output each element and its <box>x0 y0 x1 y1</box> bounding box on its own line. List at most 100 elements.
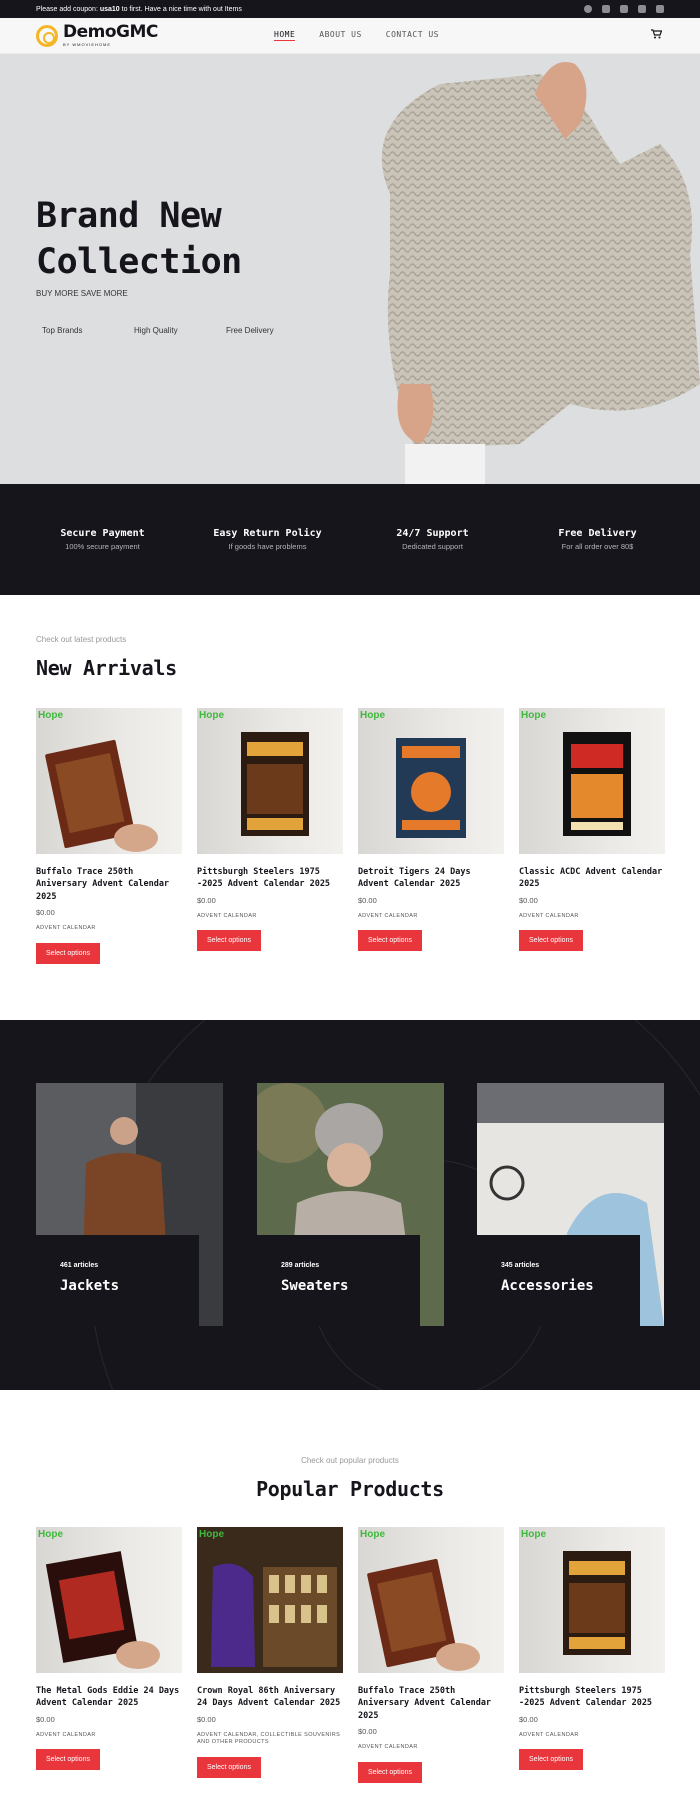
product-category[interactable]: ADVENT CALENDAR <box>358 913 504 921</box>
select-options-button[interactable]: Select options <box>197 1757 261 1778</box>
product-price: $0.00 <box>36 907 55 917</box>
product-price: $0.00 <box>519 895 538 905</box>
product-grid: Hope The Metal Gods Eddie 24 Days Advent… <box>36 1527 665 1783</box>
category-name[interactable]: Accessories <box>501 1278 616 1294</box>
select-options-button[interactable]: Select options <box>36 1749 100 1771</box>
select-options-button[interactable]: Select options <box>519 1749 583 1771</box>
product-name[interactable]: The Metal Gods Eddie 24 Days Advent Cale… <box>36 1685 182 1710</box>
coupon-code: usa10 <box>99 5 120 13</box>
hero-subtitle: BUY MORE SAVE MORE <box>36 289 128 298</box>
category-card-jackets[interactable]: 461 articles Jackets <box>36 1083 223 1326</box>
feature-desc: If goods have problems <box>228 542 307 551</box>
category-name[interactable]: Sweaters <box>281 1278 396 1294</box>
product-price: $0.00 <box>197 1714 216 1724</box>
product-card: Hope Buffalo Trace 250th Aniversary Adve… <box>358 1527 504 1783</box>
hero-banner: Brand New Collection BUY MORE SAVE MORE … <box>0 54 700 484</box>
hero-highlights: Top Brands High Quality Free Delivery <box>42 326 318 335</box>
select-options-button[interactable]: Select options <box>358 930 422 952</box>
product-name[interactable]: Pittsburgh Steelers 1975 -2025 Advent Ca… <box>519 1685 665 1710</box>
select-options-button[interactable]: Select options <box>519 930 583 952</box>
select-options-button[interactable]: Select options <box>358 1761 422 1783</box>
product-card: Hope Pittsburgh Steelers 1975 -2025 Adve… <box>519 1527 665 1783</box>
category-name[interactable]: Jackets <box>60 1278 175 1294</box>
product-image[interactable]: Hope <box>519 1527 665 1673</box>
product-brand: Hope <box>38 710 63 721</box>
category-count: 289 articles <box>281 1262 320 1269</box>
product-category[interactable]: ADVENT CALENDAR <box>519 913 665 921</box>
feature-easy-return: Easy Return Policy If goods have problem… <box>185 528 350 551</box>
instagram-icon[interactable] <box>620 5 628 13</box>
social-links <box>584 5 664 13</box>
product-image[interactable]: Hope <box>36 1527 182 1673</box>
category-card-accessories[interactable]: 345 articles Accessories <box>477 1083 664 1326</box>
product-brand: Hope <box>38 1529 63 1540</box>
highlight-top-brands: Top Brands <box>42 326 83 335</box>
feature-desc: Dedicated support <box>402 542 463 551</box>
hero-model-image <box>320 54 700 484</box>
product-card: Hope The Metal Gods Eddie 24 Days Advent… <box>36 1527 182 1783</box>
product-category[interactable]: ADVENT CALENDAR <box>519 1732 665 1740</box>
facebook-icon[interactable] <box>584 5 592 13</box>
product-category[interactable]: ADVENT CALENDAR <box>36 925 182 933</box>
service-features: Secure Payment 100% secure payment Easy … <box>0 484 700 595</box>
product-image[interactable]: Hope <box>519 708 665 854</box>
select-options-button[interactable]: Select options <box>197 930 261 952</box>
product-image[interactable]: Hope <box>358 708 504 854</box>
product-price: $0.00 <box>36 1714 55 1724</box>
highlight-high-quality: High Quality <box>134 326 178 335</box>
feature-title: 24/7 Support <box>396 528 469 539</box>
section-title: Popular Products <box>256 1477 444 1501</box>
product-card: Hope Detroit Tigers 24 Days Advent Calen… <box>358 708 504 964</box>
product-name[interactable]: Detroit Tigers 24 Days Advent Calendar 2… <box>358 866 504 891</box>
product-category[interactable]: ADVENT CALENDAR <box>358 1744 504 1752</box>
product-name[interactable]: Pittsburgh Steelers 1975 -2025 Advent Ca… <box>197 866 343 891</box>
nav-about-us[interactable]: ABOUT US <box>319 30 362 41</box>
product-name[interactable]: Crown Royal 86th Aniversary 24 Days Adve… <box>197 1685 343 1710</box>
product-brand: Hope <box>199 1529 224 1540</box>
product-category[interactable]: ADVENT CALENDAR <box>36 1732 182 1740</box>
product-image[interactable]: Hope <box>197 708 343 854</box>
cart-icon[interactable] <box>651 29 663 42</box>
feature-title: Secure Payment <box>60 528 145 539</box>
popular-products-section: Check out popular products Popular Produ… <box>0 1390 700 1800</box>
product-name[interactable]: Classic ACDC Advent Calendar 2025 <box>519 866 665 891</box>
main-nav: HOME ABOUT US CONTACT US <box>274 30 439 41</box>
coupon-message: Please add coupon: usa10 to first. Have … <box>36 6 242 13</box>
product-category[interactable]: ADVENT CALENDAR <box>197 913 343 921</box>
select-options-button[interactable]: Select options <box>36 942 100 964</box>
feature-desc: 100% secure payment <box>65 542 140 551</box>
product-name[interactable]: Buffalo Trace 250th Aniversary Advent Ca… <box>36 866 182 903</box>
logo-name: DemoGMC <box>63 22 158 42</box>
phone-icon[interactable] <box>656 5 664 13</box>
section-title: New Arrivals <box>36 656 177 680</box>
product-category[interactable]: ADVENT CALENDAR, COLLECTIBLE SOUVENIRS A… <box>197 1732 343 1747</box>
product-price: $0.00 <box>358 895 377 905</box>
site-logo[interactable]: DemoGMC BY WMOVIEHOME <box>36 24 158 47</box>
product-image[interactable]: Hope <box>358 1527 504 1673</box>
logo-tagline: BY WMOVIEHOME <box>63 42 112 47</box>
site-header: DemoGMC BY WMOVIEHOME HOME ABOUT US CONT… <box>0 18 700 54</box>
product-grid: Hope Buffalo Trace 250th Aniversary Adve… <box>36 708 665 964</box>
product-card: Hope Classic ACDC Advent Calendar 2025 $… <box>519 708 665 964</box>
category-card-sweaters[interactable]: 289 articles Sweaters <box>257 1083 444 1326</box>
product-image[interactable]: Hope <box>197 1527 343 1673</box>
product-image[interactable]: Hope <box>36 708 182 854</box>
email-icon[interactable] <box>638 5 646 13</box>
section-eyebrow: Check out latest products <box>36 635 127 644</box>
coupon-prefix: Please add coupon: <box>36 5 100 13</box>
coupon-suffix: to first. Have a nice time with out Item… <box>119 5 242 13</box>
category-section: 461 articles Jackets 289 articles Sweate… <box>0 1020 700 1390</box>
category-count: 345 articles <box>501 1262 540 1269</box>
product-name[interactable]: Buffalo Trace 250th Aniversary Advent Ca… <box>358 1685 504 1722</box>
product-brand: Hope <box>199 710 224 721</box>
product-brand: Hope <box>360 710 385 721</box>
feature-support: 24/7 Support Dedicated support <box>350 528 515 551</box>
x-icon[interactable] <box>602 5 610 13</box>
highlight-free-delivery: Free Delivery <box>226 326 274 335</box>
product-card: Hope Pittsburgh Steelers 1975 -2025 Adve… <box>197 708 343 964</box>
nav-contact-us[interactable]: CONTACT US <box>386 30 439 41</box>
new-arrivals-section: Check out latest products New Arrivals H… <box>0 595 700 1020</box>
product-price: $0.00 <box>519 1714 538 1724</box>
hero-title: Brand New Collection <box>36 194 242 285</box>
nav-home[interactable]: HOME <box>274 30 296 41</box>
